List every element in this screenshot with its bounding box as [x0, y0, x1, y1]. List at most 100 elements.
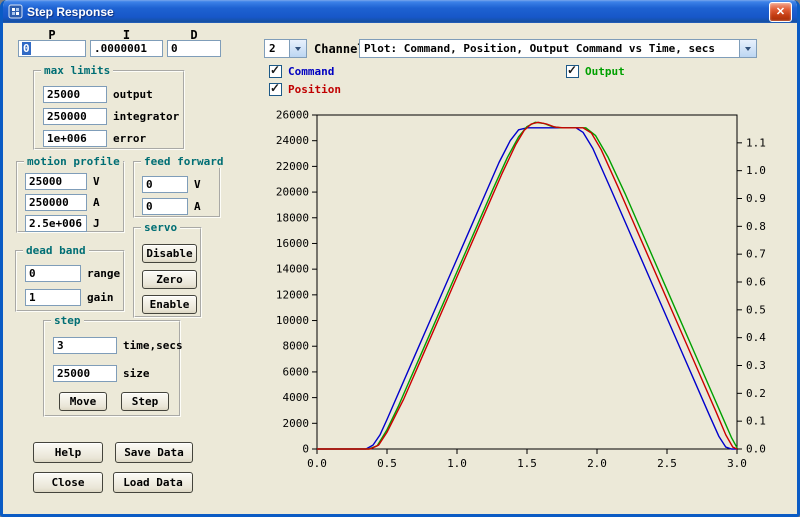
svg-text:3.0: 3.0 — [727, 457, 747, 470]
svg-text:4000: 4000 — [283, 391, 310, 404]
step-time-input[interactable] — [53, 337, 117, 354]
deadband-range-label: range — [87, 267, 120, 280]
output-checkbox-label: Output — [585, 65, 625, 78]
i-input[interactable] — [90, 40, 163, 57]
command-checkbox-row: ✓ Command — [269, 64, 334, 79]
deadband-gain-input[interactable] — [25, 289, 81, 306]
svg-text:26000: 26000 — [276, 109, 309, 122]
output-checkbox-row: ✓ Output — [566, 64, 625, 79]
svg-text:0.5: 0.5 — [377, 457, 397, 470]
channel-label: Channel — [314, 42, 365, 56]
servo-group: servo Disable Zero Enable — [133, 227, 202, 318]
zero-button[interactable]: Zero — [142, 270, 197, 289]
save-data-button[interactable]: Save Data — [115, 442, 193, 463]
step-button[interactable]: Step — [121, 392, 169, 411]
svg-text:2.5: 2.5 — [657, 457, 677, 470]
plot-select[interactable]: Plot: Command, Position, Output Command … — [359, 39, 757, 58]
app-icon — [8, 4, 23, 19]
position-checkbox[interactable]: ✓ — [269, 83, 282, 96]
svg-text:24000: 24000 — [276, 134, 309, 147]
ff-v-input[interactable] — [142, 176, 188, 193]
servo-title: servo — [141, 221, 180, 234]
max-output-label: output — [113, 88, 153, 101]
check-icon: ✓ — [270, 81, 280, 95]
step-title: step — [51, 314, 84, 327]
deadband-range-input[interactable] — [25, 265, 81, 282]
step-group: step time,secs size Move Step — [43, 320, 181, 417]
channel-select[interactable]: 2 — [264, 39, 307, 58]
help-button[interactable]: Help — [33, 442, 103, 463]
svg-text:0: 0 — [302, 443, 309, 456]
svg-text:22000: 22000 — [276, 160, 309, 173]
max-error-input[interactable] — [43, 130, 107, 147]
ff-a-label: A — [194, 200, 201, 213]
svg-text:0.4: 0.4 — [746, 331, 766, 344]
svg-text:8000: 8000 — [283, 340, 310, 353]
close-icon: ✕ — [776, 5, 785, 18]
svg-text:0.2: 0.2 — [746, 387, 766, 400]
svg-text:1.0: 1.0 — [746, 164, 766, 177]
channel-dropdown-button[interactable] — [289, 40, 306, 57]
titlebar[interactable]: Step Response ✕ — [3, 0, 797, 23]
p-input[interactable]: 0 — [18, 40, 86, 57]
profile-v-label: V — [93, 175, 100, 188]
step-size-label: size — [123, 367, 150, 380]
profile-j-label: J — [93, 217, 100, 230]
svg-text:14000: 14000 — [276, 263, 309, 276]
enable-button[interactable]: Enable — [142, 295, 197, 314]
svg-text:0.6: 0.6 — [746, 276, 766, 289]
command-checkbox[interactable]: ✓ — [269, 65, 282, 78]
max-integrator-label: integrator — [113, 110, 179, 123]
max-output-input[interactable] — [43, 86, 107, 103]
max-limits-title: max limits — [41, 64, 113, 77]
svg-text:0.3: 0.3 — [746, 359, 766, 372]
d-input[interactable] — [167, 40, 221, 57]
window-title: Step Response — [27, 5, 769, 19]
profile-a-label: A — [93, 196, 100, 209]
position-checkbox-row: ✓ Position — [269, 82, 341, 97]
svg-text:2000: 2000 — [283, 417, 310, 430]
output-checkbox[interactable]: ✓ — [566, 65, 579, 78]
chart-svg: 0200040006000800010000120001400016000180… — [259, 99, 796, 509]
motion-profile-group: motion profile V A J — [16, 161, 125, 233]
svg-text:0.8: 0.8 — [746, 220, 766, 233]
svg-text:6000: 6000 — [283, 365, 310, 378]
svg-text:0.9: 0.9 — [746, 192, 766, 205]
profile-j-input[interactable] — [25, 215, 87, 232]
close-window-button[interactable]: Close — [33, 472, 103, 493]
profile-v-input[interactable] — [25, 173, 87, 190]
check-icon: ✓ — [567, 63, 577, 77]
plot-select-value: Plot: Command, Position, Output Command … — [360, 40, 739, 57]
svg-text:0.7: 0.7 — [746, 248, 766, 261]
max-limits-group: max limits output integrator error — [33, 70, 185, 150]
step-size-input[interactable] — [53, 365, 117, 382]
dead-band-title: dead band — [23, 244, 89, 257]
load-data-button[interactable]: Load Data — [113, 472, 193, 493]
profile-a-input[interactable] — [25, 194, 87, 211]
check-icon: ✓ — [270, 63, 280, 77]
svg-text:0.0: 0.0 — [746, 443, 766, 456]
ff-v-label: V — [194, 178, 201, 191]
svg-text:0.1: 0.1 — [746, 415, 766, 428]
svg-text:18000: 18000 — [276, 211, 309, 224]
close-button[interactable]: ✕ — [769, 2, 792, 22]
svg-text:20000: 20000 — [276, 186, 309, 199]
svg-text:1.5: 1.5 — [517, 457, 537, 470]
step-response-window: Step Response ✕ P I D 0 2 Channel Plot: … — [0, 0, 800, 517]
chart-area: 0200040006000800010000120001400016000180… — [259, 99, 796, 509]
max-integrator-input[interactable] — [43, 108, 107, 125]
dead-band-group: dead band range gain — [15, 250, 125, 312]
deadband-gain-label: gain — [87, 291, 114, 304]
chevron-down-icon — [745, 47, 751, 54]
feed-forward-title: feed forward — [141, 155, 226, 168]
svg-text:1.0: 1.0 — [447, 457, 467, 470]
chevron-down-icon — [295, 47, 301, 54]
disable-button[interactable]: Disable — [142, 244, 197, 263]
plot-dropdown-button[interactable] — [739, 40, 756, 57]
svg-text:12000: 12000 — [276, 288, 309, 301]
move-button[interactable]: Move — [59, 392, 107, 411]
svg-text:16000: 16000 — [276, 237, 309, 250]
ff-a-input[interactable] — [142, 198, 188, 215]
p-value: 0 — [22, 42, 31, 55]
feed-forward-group: feed forward V A — [133, 161, 221, 218]
